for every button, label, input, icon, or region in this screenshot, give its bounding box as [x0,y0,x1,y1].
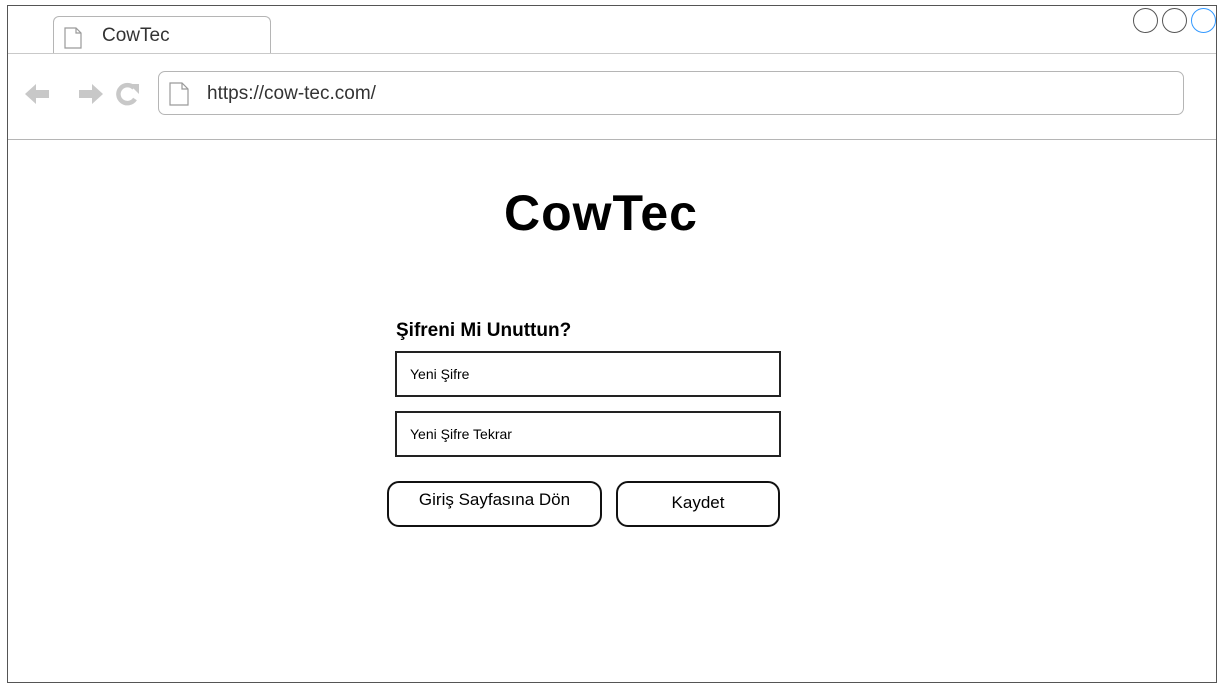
new-password-field[interactable] [395,351,781,397]
document-icon [169,82,189,106]
arrow-right-icon[interactable] [78,81,104,107]
maximize-button[interactable] [1162,8,1187,33]
browser-window: CowTec https://cow-tec.com/ CowTec Şifre… [7,5,1217,683]
minimize-button[interactable] [1133,8,1158,33]
url-text[interactable]: https://cow-tec.com/ [207,83,376,105]
window-controls [1133,8,1216,38]
page-title: CowTec [504,185,698,241]
tab-title: CowTec [102,25,170,46]
document-icon [64,27,82,49]
page-content: CowTec Şifreni Mi Unuttun? Giriş Sayfası… [8,140,1216,682]
form-heading: Şifreni Mi Unuttun? [396,320,572,341]
back-to-login-button[interactable]: Giriş Sayfasına Dön [387,481,602,527]
browser-tab[interactable]: CowTec [53,16,271,53]
close-button[interactable] [1191,8,1216,33]
reload-icon[interactable] [114,81,140,107]
save-button[interactable]: Kaydet [616,481,780,527]
address-bar[interactable]: https://cow-tec.com/ [158,71,1184,115]
arrow-left-icon[interactable] [24,81,50,107]
confirm-password-field[interactable] [395,411,781,457]
tab-bar: CowTec [8,6,1216,54]
navigation-bar: https://cow-tec.com/ [8,53,1216,140]
